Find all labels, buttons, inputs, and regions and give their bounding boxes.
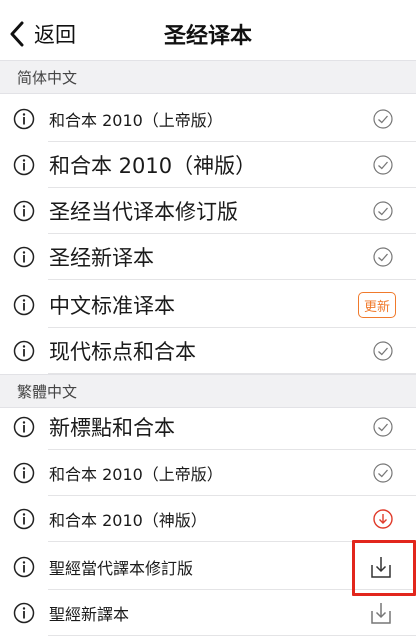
list-item[interactable]: 中文标准译本 更新 [0, 282, 416, 328]
download-tray-icon[interactable] [368, 600, 394, 626]
download-arrow-circle-icon[interactable] [372, 508, 394, 530]
checkmark-circle-icon [373, 201, 393, 221]
info-icon[interactable] [13, 462, 35, 484]
list-item[interactable]: 和合本 2010（上帝版） [0, 450, 416, 496]
list-item[interactable]: 现代标点和合本 [0, 328, 416, 374]
navigation-bar: 返回 圣经译本 [0, 0, 416, 63]
translation-name: 圣经当代译本修订版 [49, 200, 238, 224]
translation-name: 和合本 2010（神版） [49, 154, 257, 178]
info-icon[interactable] [13, 246, 35, 268]
checkmark-circle-icon [373, 463, 393, 483]
translation-name: 聖經新譯本 [49, 605, 130, 624]
info-icon[interactable] [13, 416, 35, 438]
list-item[interactable]: 圣经当代译本修订版 [0, 188, 416, 234]
list-item[interactable]: 新標點和合本 [0, 404, 416, 450]
checkmark-circle-icon [373, 341, 393, 361]
info-icon[interactable] [13, 602, 35, 624]
list-item[interactable]: 圣经新译本 [0, 234, 416, 280]
list-item[interactable]: 和合本 2010（上帝版） [0, 96, 416, 142]
translation-name: 和合本 2010（神版） [49, 511, 207, 530]
list-item[interactable]: 和合本 2010（神版） [0, 496, 416, 542]
page-title: 圣经译本 [163, 24, 252, 49]
info-icon[interactable] [13, 340, 35, 362]
list-item[interactable]: 聖經當代譯本修訂版 [0, 544, 416, 590]
translation-name: 中文标准译本 [49, 294, 175, 318]
info-icon[interactable] [13, 200, 35, 222]
info-icon[interactable] [13, 294, 35, 316]
list-item[interactable]: 和合本 2010（神版） [0, 142, 416, 188]
translation-name: 圣经新译本 [49, 246, 154, 270]
section-header-simplified: 简体中文 [0, 60, 416, 94]
info-icon[interactable] [13, 556, 35, 578]
info-icon[interactable] [13, 154, 35, 176]
translation-name: 现代标点和合本 [49, 340, 196, 364]
update-button[interactable]: 更新 [357, 292, 396, 318]
translation-name: 和合本 2010（上帝版） [49, 465, 223, 484]
translation-name: 聖經當代譯本修訂版 [49, 559, 194, 578]
checkmark-circle-icon [373, 247, 393, 267]
checkmark-circle-icon [373, 155, 393, 175]
checkmark-circle-icon [373, 417, 393, 437]
info-icon[interactable] [13, 508, 35, 530]
info-icon[interactable] [13, 108, 35, 130]
translation-name: 新標點和合本 [49, 416, 175, 440]
section-header-traditional: 繁體中文 [0, 374, 416, 408]
download-tray-icon[interactable] [368, 554, 394, 580]
list-item[interactable]: 聖經新譯本 [0, 590, 416, 636]
checkmark-circle-icon [373, 109, 393, 129]
translation-name: 和合本 2010（上帝版） [49, 111, 223, 130]
